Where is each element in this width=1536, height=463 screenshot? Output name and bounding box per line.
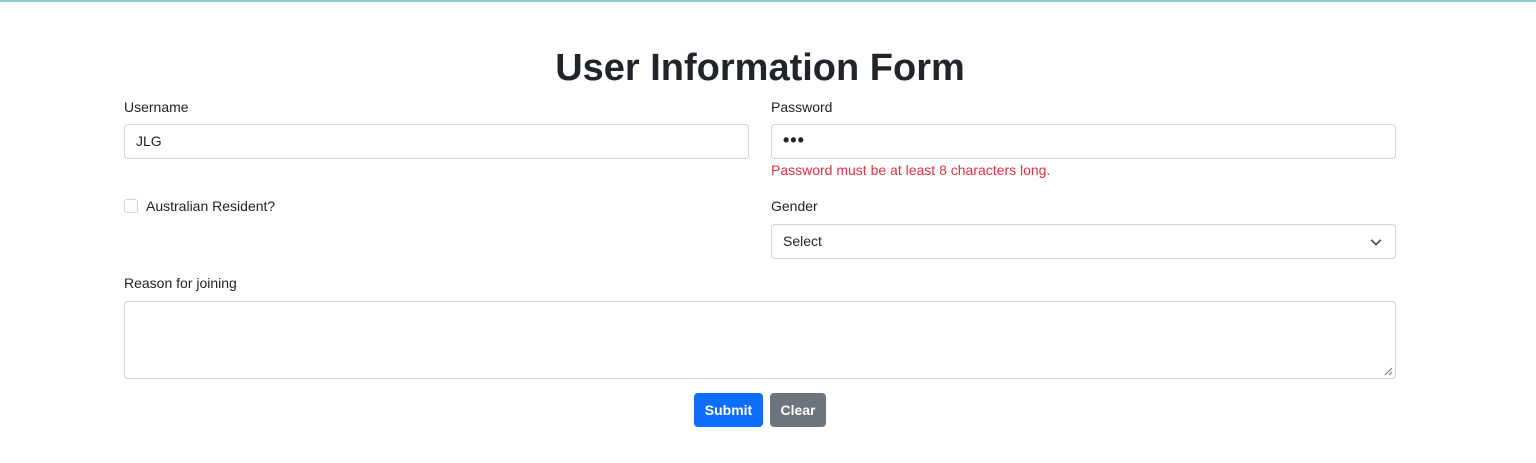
username-input[interactable]: JLG [124,124,749,159]
username-label: Username [124,99,189,115]
gender-select-value: Select [783,233,822,249]
gender-select[interactable]: Select [771,224,1396,259]
submit-button[interactable]: Submit [694,393,763,427]
resident-checkbox-label[interactable]: Australian Resident? [146,197,275,215]
resize-grip-icon[interactable] [1384,367,1393,376]
password-input[interactable]: ••• [771,124,1396,159]
reason-label: Reason for joining [124,275,237,291]
top-accent-line [0,0,1536,2]
gender-label: Gender [771,198,818,214]
password-label: Password [771,99,833,115]
password-error-message: Password must be at least 8 characters l… [771,162,1051,178]
clear-button[interactable]: Clear [770,393,826,427]
chevron-down-icon [1370,239,1382,246]
reason-textarea[interactable] [124,301,1396,379]
page-title: User Information Form [555,47,965,89]
resident-checkbox[interactable] [124,199,138,213]
